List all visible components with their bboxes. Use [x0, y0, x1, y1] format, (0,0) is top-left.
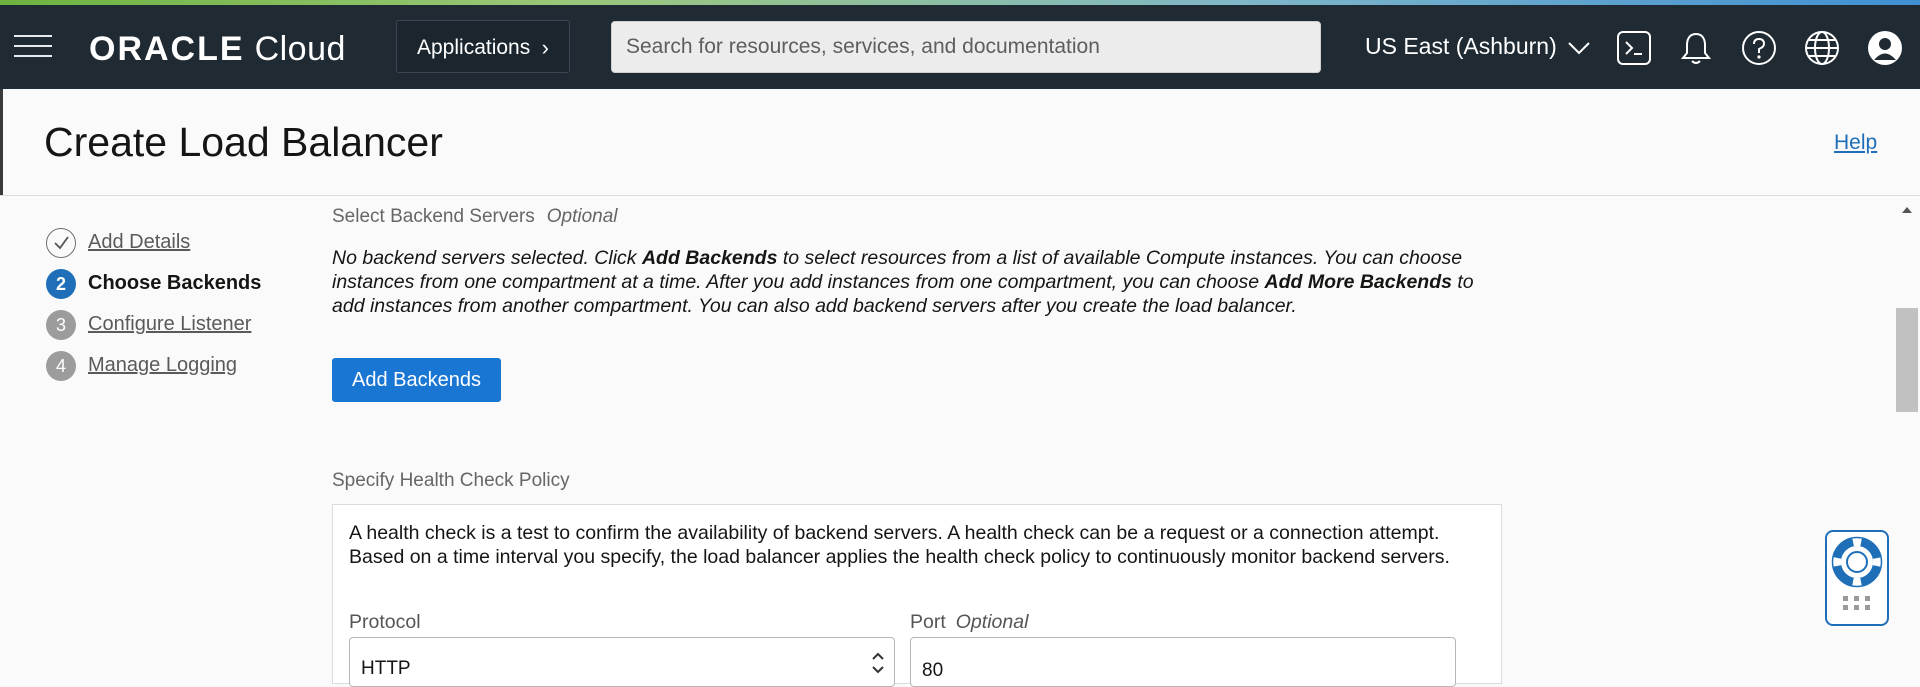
applications-label: Applications [417, 36, 531, 59]
page-title: Create Load Balancer [44, 119, 443, 165]
protocol-value: HTTP [361, 658, 411, 679]
top-navigation-bar: ORACLECloud Applications › US East (Ashb… [0, 5, 1920, 89]
protocol-select[interactable]: HTTP [349, 637, 895, 687]
backend-servers-section-label: Select Backend Servers Optional [332, 206, 618, 228]
optional-tag: Optional [955, 611, 1029, 633]
optional-tag: Optional [546, 206, 618, 227]
health-check-panel: A health check is a test to confirm the … [332, 504, 1502, 687]
scrollbar-track[interactable] [1894, 196, 1920, 670]
step-label[interactable]: Manage Logging [88, 354, 237, 377]
page-header: Create Load Balancer Help [0, 89, 1920, 196]
step-number: 4 [46, 351, 76, 381]
step-label[interactable]: Configure Listener [88, 313, 251, 336]
step-label: Choose Backends [88, 272, 262, 294]
life-ring-icon [1831, 536, 1883, 610]
region-label: US East (Ashburn) [1365, 33, 1557, 59]
global-search-input[interactable] [611, 21, 1321, 73]
step-number: 2 [46, 269, 76, 299]
user-avatar-icon[interactable] [1866, 29, 1904, 67]
port-label: Port [910, 611, 946, 633]
health-check-section-label: Specify Health Check Policy [332, 470, 570, 491]
port-input[interactable] [910, 637, 1456, 687]
logo-product: Cloud [254, 30, 346, 68]
updown-arrows-icon [872, 652, 884, 674]
help-link[interactable]: Help [1834, 131, 1877, 155]
support-widget[interactable] [1825, 530, 1889, 626]
message-bold: Add More Backends [1264, 271, 1452, 293]
protocol-label: Protocol [349, 611, 421, 633]
step-number: 3 [46, 310, 76, 340]
health-check-description: A health check is a test to confirm the … [349, 522, 1450, 568]
chevron-right-icon: › [541, 35, 549, 60]
region-selector[interactable]: US East (Ashburn) [1365, 33, 1591, 60]
step-label[interactable]: Add Details [88, 231, 190, 254]
backend-servers-heading: Select Backend Servers [332, 206, 535, 227]
hamburger-menu-icon[interactable] [14, 35, 52, 59]
chevron-down-icon [1568, 42, 1590, 55]
question-icon[interactable] [1740, 29, 1778, 67]
cloud-shell-icon[interactable] [1615, 29, 1653, 67]
message-bold: Add Backends [641, 247, 778, 269]
port-field-label: Port Optional [910, 611, 1028, 634]
logo-brand: ORACLE [89, 30, 245, 68]
scrollbar-thumb[interactable] [1896, 308, 1918, 412]
globe-icon[interactable] [1803, 29, 1841, 67]
add-backends-button[interactable]: Add Backends [332, 358, 501, 402]
check-icon [46, 228, 76, 258]
applications-button[interactable]: Applications › [396, 20, 570, 73]
bell-icon[interactable] [1677, 29, 1715, 67]
no-backends-message: No backend servers selected. Click Add B… [332, 246, 1482, 318]
scroll-up-arrow-icon[interactable] [1894, 200, 1920, 220]
oracle-cloud-logo[interactable]: ORACLE Cloud [89, 30, 346, 69]
message-text: No backend servers selected. Click [332, 247, 642, 269]
